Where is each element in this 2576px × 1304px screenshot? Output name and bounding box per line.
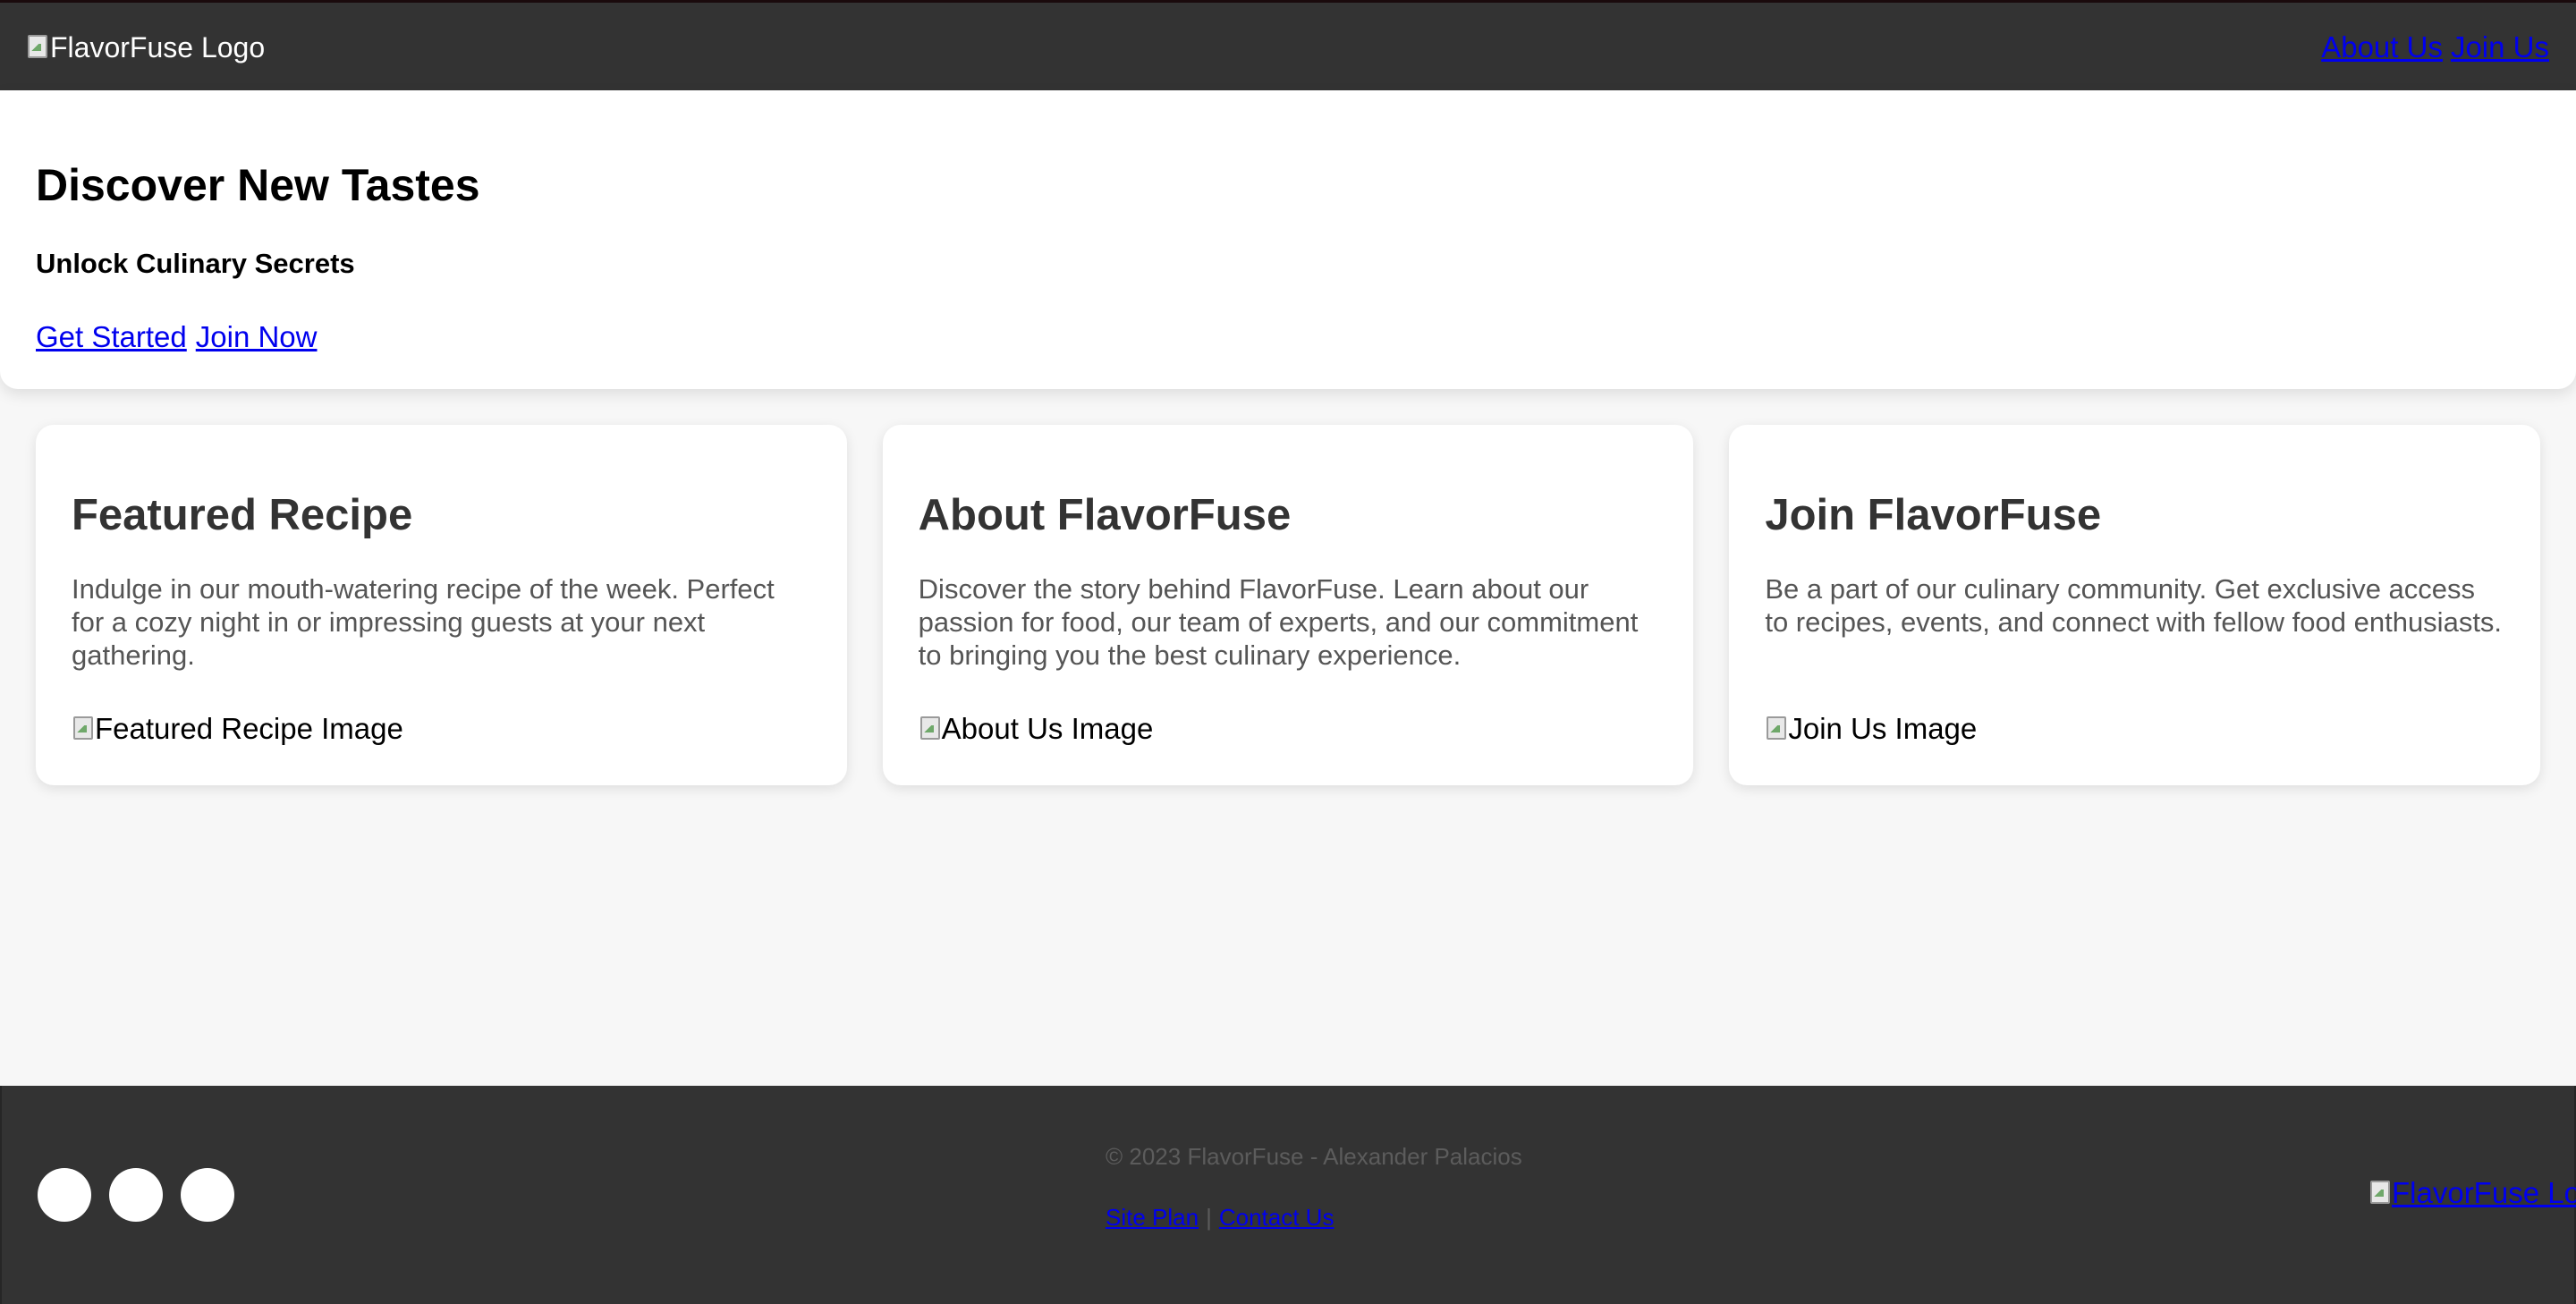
card-join-flavorfuse: Join FlavorFuse Be a part of our culinar… (1729, 425, 2541, 785)
card-text: Discover the story behind FlavorFuse. Le… (918, 573, 1639, 671)
footer-links: Site Plan | Contact Us (1106, 1203, 1334, 1232)
broken-image-icon (2368, 1179, 2390, 1207)
get-started-link[interactable]: Get Started (36, 318, 187, 356)
social-icon[interactable] (181, 1168, 234, 1222)
site-footer: © 2023 FlavorFuse - Alexander Palacios S… (0, 1086, 2576, 1304)
card-image: About Us Image (919, 711, 1154, 747)
broken-image-icon (1765, 715, 1787, 743)
card-image-alt-text: Join Us Image (1788, 712, 1978, 745)
header-logo[interactable]: FlavorFuse Logo (26, 30, 265, 65)
card-text: Indulge in our mouth-watering recipe of … (72, 573, 775, 671)
card-image-alt-text: About Us Image (941, 712, 1154, 745)
social-links (38, 1168, 234, 1222)
copyright-text: © 2023 FlavorFuse - Alexander Palacios (1106, 1143, 1522, 1170)
feature-cards: Featured Recipe Indulge in our mouth-wat… (36, 425, 2541, 785)
nav-link-about-us[interactable]: About Us (2321, 30, 2443, 65)
hero-section: Discover New Tastes Unlock Culinary Secr… (0, 90, 2576, 389)
card-title: Join FlavorFuse (1765, 491, 2102, 539)
contact-us-link[interactable]: Contact Us (1219, 1203, 1335, 1232)
site-header: FlavorFuse Logo About Us Join Us (0, 0, 2576, 90)
card-about-flavorfuse: About FlavorFuse Discover the story behi… (882, 425, 1694, 785)
footer-logo-alt-text: FlavorFuse Logo (2392, 1176, 2576, 1209)
footer-link-separator: | (1206, 1204, 1212, 1231)
hero-cta-group: Get Started Join Now (36, 318, 318, 356)
top-nav: About Us Join Us (2321, 30, 2549, 65)
broken-image-icon (72, 715, 93, 743)
card-featured-recipe: Featured Recipe Indulge in our mouth-wat… (36, 425, 847, 785)
site-plan-link[interactable]: Site Plan (1106, 1203, 1199, 1232)
nav-link-join-us[interactable]: Join Us (2451, 30, 2549, 65)
card-image: Join Us Image (1765, 711, 1977, 747)
social-icon[interactable] (38, 1168, 91, 1222)
broken-image-icon (26, 33, 47, 62)
social-icon[interactable] (109, 1168, 163, 1222)
card-image-alt-text: Featured Recipe Image (95, 712, 403, 745)
card-image: Featured Recipe Image (72, 711, 403, 747)
card-title: Featured Recipe (72, 491, 413, 539)
footer-logo[interactable]: FlavorFuse Logo (2368, 1175, 2576, 1211)
hero-title: Discover New Tastes (36, 160, 480, 210)
join-now-link[interactable]: Join Now (196, 318, 318, 356)
hero-subtitle: Unlock Culinary Secrets (36, 248, 355, 279)
card-text: Be a part of our culinary community. Get… (1765, 573, 2503, 638)
broken-image-icon (919, 715, 940, 743)
header-logo-alt-text: FlavorFuse Logo (50, 31, 266, 64)
card-title: About FlavorFuse (918, 491, 1292, 539)
